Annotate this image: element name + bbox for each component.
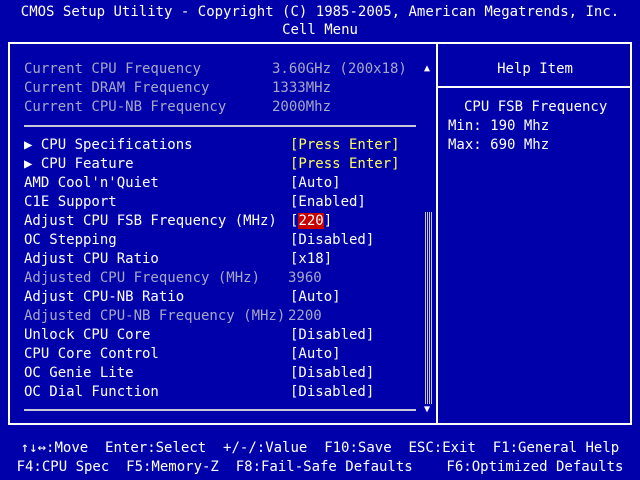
menu-value-cpu-specifications[interactable]: [Press Enter] <box>290 136 400 155</box>
panel-divider <box>436 42 438 425</box>
footer-keys-line2: F4:CPU Spec F5:Memory-Z F8:Fail-Safe Def… <box>16 459 624 475</box>
help-title: Help Item <box>497 61 573 77</box>
menu-value-cpu-nb-ratio[interactable]: [Auto] <box>290 288 341 307</box>
menu-item-cpu-fsb-frequency[interactable]: Adjust CPU FSB Frequency (MHz) <box>24 212 277 231</box>
menu-value-cpu-core-control[interactable]: [Auto] <box>290 345 341 364</box>
menu-value-adjusted-cpu-frequency: 3960 <box>288 270 322 286</box>
menu-item-oc-genie-lite[interactable]: OC Genie Lite <box>24 364 134 383</box>
bios-title: CMOS Setup Utility - Copyright (C) 1985-… <box>20 4 620 20</box>
menu-item-cpu-nb-ratio[interactable]: Adjust CPU-NB Ratio <box>24 288 184 307</box>
menu-value-cpu-fsb-frequency[interactable]: [220] <box>290 212 332 231</box>
menu-value-oc-stepping[interactable]: [Disabled] <box>290 231 374 250</box>
menu-value-cpu-ratio[interactable]: [x18] <box>290 250 332 269</box>
scrollbar-track[interactable] <box>425 212 433 404</box>
scroll-down-arrow-icon[interactable]: ▼ <box>424 405 430 415</box>
info-value-cpu-frequency: 3.60GHz (200x18) <box>272 61 407 77</box>
help-topic: CPU FSB Frequency <box>464 99 608 115</box>
menu-item-oc-dial-function[interactable]: OC Dial Function <box>24 383 159 402</box>
menu-value-unlock-cpu-core[interactable]: [Disabled] <box>290 326 374 345</box>
menu-value-adjusted-cpu-nb-frequency: 2200 <box>288 308 322 324</box>
info-value-cpu-nb-frequency: 2000Mhz <box>272 99 332 115</box>
menu-item-adjusted-cpu-frequency: Adjusted CPU Frequency (MHz) <box>24 270 261 286</box>
menu-item-adjusted-cpu-nb-frequency: Adjusted CPU-NB Frequency (MHz) <box>24 308 286 324</box>
help-max: Max: 690 Mhz <box>448 137 550 153</box>
menu-value-oc-dial-function[interactable]: [Disabled] <box>290 383 374 402</box>
info-label-cpu-nb-frequency: Current CPU-NB Frequency <box>24 99 227 115</box>
help-min: Min: 190 Mhz <box>448 118 550 134</box>
menu-bottom-separator <box>24 409 416 411</box>
menu-value-oc-genie-lite[interactable]: [Disabled] <box>290 364 374 383</box>
menu-item-oc-stepping[interactable]: OC Stepping <box>24 231 117 250</box>
menu-value-c1e-support[interactable]: [Enabled] <box>290 193 366 212</box>
fsb-frequency-input[interactable]: 220 <box>298 213 324 229</box>
menu-value-cool-n-quiet[interactable]: [Auto] <box>290 174 341 193</box>
info-separator <box>24 125 416 127</box>
menu-title: Cell Menu <box>282 22 358 38</box>
menu-item-cool-n-quiet[interactable]: AMD Cool'n'Quiet <box>24 174 159 193</box>
info-value-dram-frequency: 1333MHz <box>272 80 332 96</box>
scrollbar-empty-area[interactable] <box>425 72 433 212</box>
menu-item-cpu-ratio[interactable]: Adjust CPU Ratio <box>24 250 159 269</box>
menu-value-cpu-feature[interactable]: [Press Enter] <box>290 155 400 174</box>
help-separator <box>438 86 632 88</box>
footer-keys-line1: ↑↓↔:Move Enter:Select +/-/:Value F10:Sav… <box>20 440 620 456</box>
menu-item-cpu-specifications[interactable]: ▶ CPU Specifications <box>24 136 193 155</box>
menu-item-c1e-support[interactable]: C1E Support <box>24 193 117 212</box>
info-label-cpu-frequency: Current CPU Frequency <box>24 61 202 77</box>
info-label-dram-frequency: Current DRAM Frequency <box>24 80 210 96</box>
menu-item-cpu-core-control[interactable]: CPU Core Control <box>24 345 159 364</box>
menu-item-unlock-cpu-core[interactable]: Unlock CPU Core <box>24 326 150 345</box>
menu-item-cpu-feature[interactable]: ▶ CPU Feature <box>24 155 134 174</box>
